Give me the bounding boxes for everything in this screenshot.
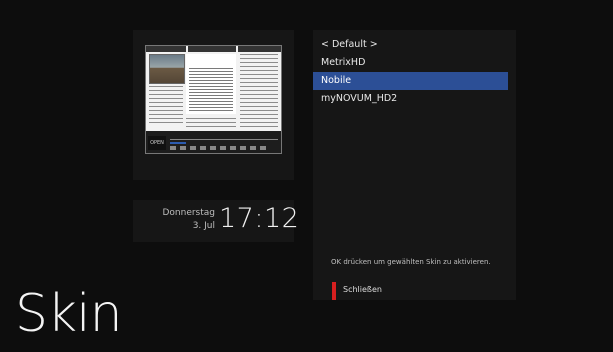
page-title: Skin [15,284,123,344]
skin-item-mynovum-hd2[interactable]: myNOVUM_HD2 [313,90,508,108]
skin-item-metrixhd[interactable]: MetrixHD [313,54,508,72]
clock-date: 3. Jul [192,221,215,231]
preview-header-bar [238,46,281,52]
preview-progress [170,142,186,144]
preview-text-lines [240,54,278,130]
preview-text-lines [186,118,236,130]
skin-preview-panel: OPEN [133,30,294,180]
preview-text-lines [170,146,270,150]
close-button-label: Schließen [343,285,382,294]
hint-text: OK drücken um gewählten Skin zu aktivier… [331,258,491,266]
skin-preview-image: OPEN [145,45,282,154]
skin-item-default[interactable]: < Default > [313,36,508,54]
preview-infobar: OPEN [146,131,281,153]
skin-selection-panel: < Default > MetrixHD Nobile myNOVUM_HD2 … [313,30,516,300]
clock-time: 17:12 [219,203,300,234]
preview-text-lines [149,86,183,126]
skin-list: < Default > MetrixHD Nobile myNOVUM_HD2 [313,36,516,108]
preview-logo: OPEN [148,136,166,150]
clock-day: Donnerstag [162,208,215,218]
preview-header-bar [146,46,186,52]
preview-header-bar [188,46,236,52]
preview-text-lines [189,68,233,112]
skin-item-nobile[interactable]: Nobile [313,72,508,90]
preview-divider [170,139,278,140]
preview-photo [149,54,185,84]
clock-panel: Donnerstag 3. Jul 17:12 [133,200,299,242]
red-key-icon [332,282,336,300]
